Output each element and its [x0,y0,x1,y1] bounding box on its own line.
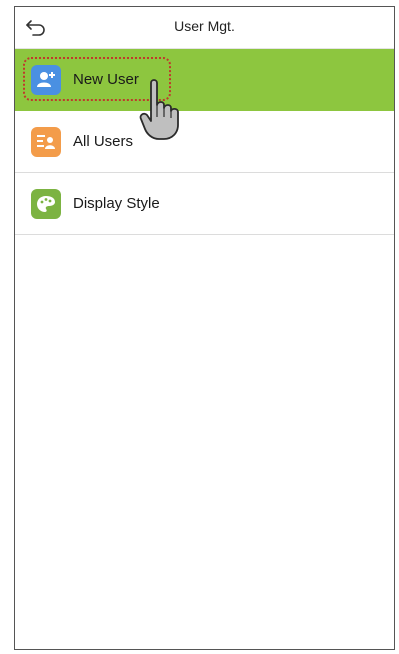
device-screen: User Mgt. New User All Users Display Sty… [14,6,395,650]
page-title: User Mgt. [174,18,235,34]
user-list-icon [31,127,61,157]
add-user-icon [31,65,61,95]
menu-item-label: All Users [73,133,134,150]
hand-pointer-icon [139,77,181,146]
menu-item-all-users[interactable]: All Users [15,111,394,173]
menu-item-display-style[interactable]: Display Style [15,173,394,235]
menu-item-label: New User [73,71,139,88]
header-bar: User Mgt. [15,7,394,49]
menu-list: New User All Users Display Style [15,49,394,235]
palette-icon [31,189,61,219]
menu-item-label: Display Style [73,195,160,212]
menu-item-new-user[interactable]: New User [15,49,394,111]
